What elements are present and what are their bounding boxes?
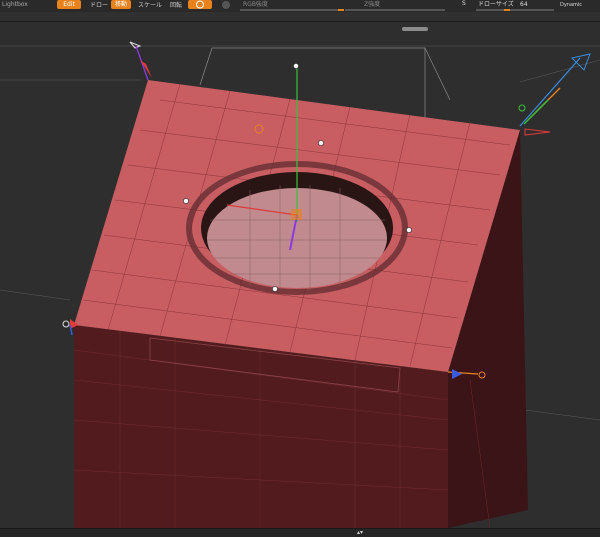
draw-size-knob[interactable]: [504, 9, 510, 11]
z-intensity-slider[interactable]: [345, 9, 445, 11]
draw-size-value[interactable]: 64: [520, 1, 528, 8]
3d-viewport[interactable]: [0, 22, 600, 528]
draw-button[interactable]: ドロー: [90, 2, 108, 9]
sub-toolbar: [0, 12, 600, 31]
draw-size-label[interactable]: ドローサイズ: [478, 1, 514, 8]
gizmo-center: [291, 209, 302, 220]
z-intensity-knob[interactable]: [338, 9, 344, 11]
z-intensity-label: Z強度: [364, 1, 381, 8]
gizmo-cone-right: [518, 53, 591, 136]
draw-size-slider[interactable]: [476, 9, 554, 11]
lightbox-label[interactable]: Lightbox: [2, 1, 28, 8]
edit-button[interactable]: Edit: [57, 0, 81, 9]
scale-button[interactable]: スケール: [138, 2, 162, 9]
gizmo-cone-icon: [129, 41, 152, 81]
brush-icon[interactable]: [220, 0, 232, 10]
s-label[interactable]: S: [462, 0, 466, 7]
rotate-button[interactable]: 回転: [170, 2, 182, 9]
move-button[interactable]: 移動: [111, 0, 131, 9]
rgb-intensity-slider[interactable]: [240, 9, 340, 11]
rgb-intensity-label: RGB強度: [243, 1, 268, 8]
mesh-scene: [0, 41, 600, 528]
dynamic-toggle[interactable]: Dynamic: [560, 2, 582, 9]
sphere-icon[interactable]: [188, 0, 212, 9]
